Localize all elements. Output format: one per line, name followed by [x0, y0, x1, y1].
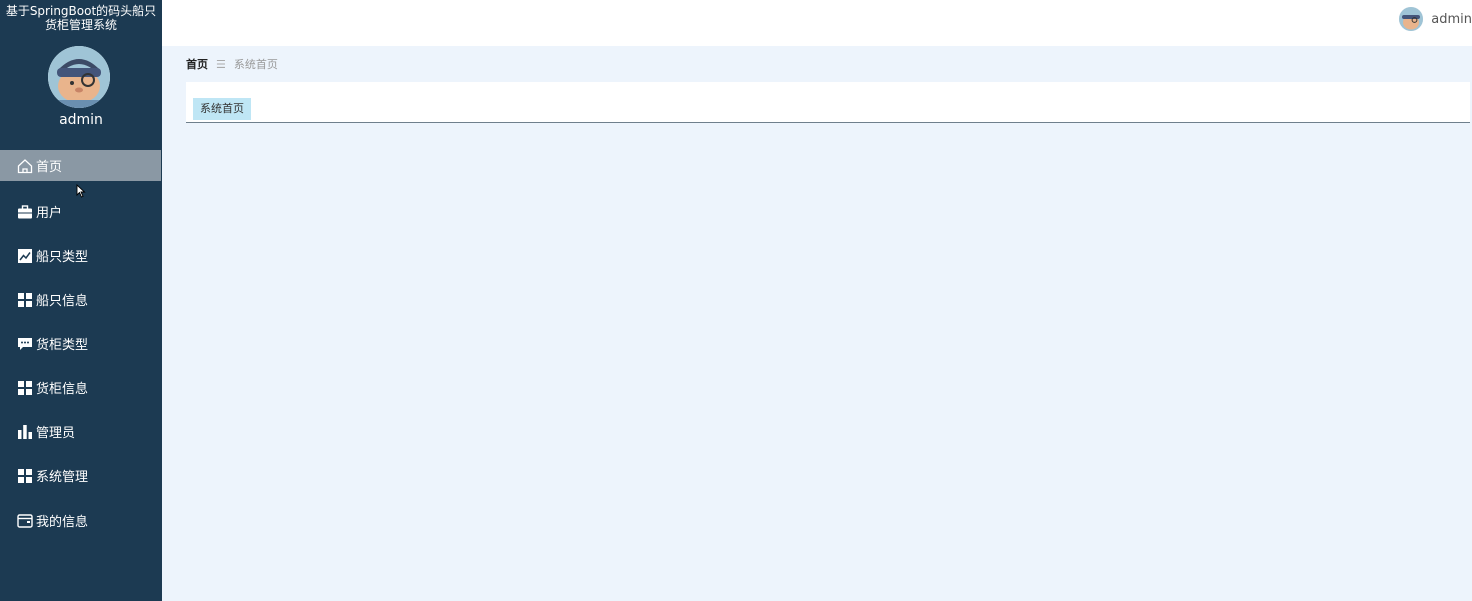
sidebar-item-my-info[interactable]: 我的信息 — [0, 505, 161, 536]
breadcrumb-separator-icon: ☰ — [216, 57, 226, 71]
grid-icon — [17, 380, 33, 396]
chat-icon — [17, 336, 33, 352]
line-chart-icon — [17, 248, 33, 264]
header-avatar[interactable] — [1399, 7, 1424, 31]
sidebar-item-label: 我的信息 — [36, 515, 89, 530]
sidebar-item-label: 货柜信息 — [36, 382, 89, 397]
sidebar-item-home[interactable]: 首页 — [0, 150, 161, 181]
sidebar-item-label: 用户 — [36, 206, 63, 221]
sidebar-item-label: 货柜类型 — [36, 338, 89, 353]
sidebar-item-label: 船只信息 — [36, 294, 89, 309]
tab-system-home[interactable]: 系统首页 — [193, 98, 251, 120]
breadcrumb-home[interactable]: 首页 — [186, 56, 208, 72]
bar-chart-icon — [17, 424, 33, 440]
sidebar-item-system-management[interactable]: 系统管理 — [0, 460, 161, 491]
sidebar-item-label: 系统管理 — [36, 470, 89, 485]
briefcase-icon — [17, 204, 33, 220]
app-title-line-1: 基于SpringBoot的码头船只 — [5, 4, 157, 18]
sidebar-item-container-types[interactable]: 货柜类型 — [0, 328, 161, 359]
sidebar-item-label: 首页 — [36, 160, 63, 175]
sidebar-item-ship-types[interactable]: 船只类型 — [0, 240, 161, 271]
sidebar-user-name: admin — [59, 112, 103, 128]
top-header: admin — [162, 0, 1472, 46]
mouse-cursor-icon — [76, 183, 86, 202]
home-icon — [17, 158, 33, 174]
sidebar-item-container-info[interactable]: 货柜信息 — [0, 372, 161, 403]
sidebar-item-label: 管理员 — [36, 426, 76, 441]
sidebar-item-label: 船只类型 — [36, 250, 89, 265]
app-title-line-2: 货柜管理系统 — [44, 18, 117, 32]
header-user-name: admin — [1431, 11, 1472, 27]
tab-bar: 系统首页 — [186, 82, 1470, 123]
wallet-icon — [17, 513, 33, 529]
sidebar: 基于SpringBoot的码头船只 货柜管理系统 admin 首页 用户 船只类… — [0, 0, 162, 601]
grid-icon — [17, 292, 33, 308]
sidebar-item-admins[interactable]: 管理员 — [0, 416, 161, 447]
avatar[interactable] — [48, 46, 110, 108]
app-title: 基于SpringBoot的码头船只 货柜管理系统 — [0, 4, 162, 32]
sidebar-item-ship-info[interactable]: 船只信息 — [0, 284, 161, 315]
header-user-menu[interactable]: admin — [1399, 6, 1472, 32]
grid-icon — [17, 468, 33, 484]
breadcrumb: 首页 ☰ 系统首页 — [186, 56, 278, 72]
breadcrumb-current: 系统首页 — [233, 58, 278, 71]
